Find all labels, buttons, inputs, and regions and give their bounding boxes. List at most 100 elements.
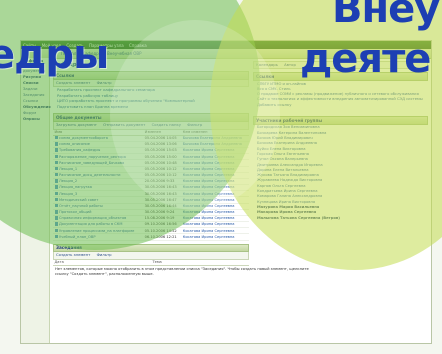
document-icon	[54, 160, 58, 165]
document-name[interactable]: Управление процессами_на платформе	[59, 229, 134, 233]
modified-cell: 05.05.2006 15:03	[143, 147, 182, 155]
document-icon	[54, 166, 58, 171]
table-row[interactable]: Документация для работы в СКМ 09.10.2006 …	[53, 221, 249, 229]
document-icon	[54, 173, 58, 177]
main-column: Кафедра Ссылки Создать элемент Фильтр Ра…	[53, 61, 309, 277]
document-icon	[54, 185, 58, 189]
modified-cell: 05.05.2006 10:48	[143, 159, 182, 167]
table-row[interactable]: Методический совет 30.05.2006 16:47 Косато…	[53, 196, 249, 204]
table-row[interactable]: схема_документооборота 05.04.2006 14:05 Бы…	[53, 135, 249, 142]
docs-toolbar: Загрузить документ Отправить документ Со…	[53, 122, 249, 130]
document-name[interactable]: Справочная информация_объектов	[59, 216, 126, 220]
modified-cell: 05.05.2006 10:12	[143, 172, 182, 179]
docs-table: Имя Изменен Кем изменен схема_документоо…	[53, 129, 249, 241]
link-item[interactable]: Подготовить план Бранна времени	[53, 104, 249, 111]
links-list: Разработать проспект кафедрального семин…	[53, 87, 249, 110]
document-icon	[54, 203, 58, 208]
modified-cell: 05.10.2006 14:52	[143, 227, 182, 235]
document-name-cell[interactable]: Учебный_план_ОВР	[53, 233, 144, 241]
document-name[interactable]: Лекция_нагрузка	[59, 185, 92, 189]
modified-cell: 05.04.2006 14:05	[143, 135, 182, 142]
document-name[interactable]: Расписание_заведующей_Бочкова	[59, 161, 124, 165]
slide: Сайты Мой узел Создать Параметры узла Сп…	[0, 0, 442, 354]
sidebar: Кафедра Общие документы Рисунки Списки Задач…	[21, 58, 51, 343]
table-row[interactable]: Требования_кафедры 05.05.2006 15:03 Косато…	[53, 147, 249, 155]
document-name[interactable]: Методический совет	[59, 198, 98, 202]
table-row[interactable]: схема_описание 05.04.2006 13:06 Бычкова Ек…	[53, 141, 249, 149]
table-row[interactable]: Расписание_заведующей_Бочкова 05.05.2006 …	[53, 159, 249, 167]
staff-panel-header[interactable]: Участники рабочей группы	[253, 116, 428, 125]
top-menu-item[interactable]: Справка	[129, 43, 147, 48]
meetings-panel-header[interactable]: Заседания	[53, 243, 249, 253]
sidebar-item[interactable]: Опросы	[21, 116, 49, 122]
add-link-button[interactable]: Добавить ссылку	[253, 102, 428, 108]
modified-cell: 30.05.2006 16:44	[143, 203, 182, 210]
table-row[interactable]: Справочная информация_объектов 15.08.2006…	[53, 215, 249, 223]
table-row[interactable]: Лекция_нагрузка 30.05.2006 16:43 Косатова …	[53, 184, 249, 192]
slide-heading-right: деяте	[300, 36, 431, 82]
modified-cell: 05.05.2006 15:00	[143, 153, 182, 161]
document-name[interactable]: схема_документооборота	[59, 136, 108, 140]
column-header-date[interactable]: Дата	[53, 259, 151, 266]
upload-document-button[interactable]: Загрузить документ	[56, 122, 97, 127]
document-name[interactable]: Лекция_1	[59, 167, 77, 171]
staff-member[interactable]: Малыгина Татьяна Сергеевна (Ветров)	[253, 215, 428, 220]
modified-cell: 09.10.2006 16:56	[143, 221, 182, 229]
document-name-cell[interactable]: Управление процессами_на платформе	[53, 227, 144, 235]
table-row[interactable]: Протокол_общий 30.05.2006 9:24 Косатова Ир…	[53, 209, 249, 216]
document-name[interactable]: Распоряжение_поручение_ректора	[59, 155, 126, 159]
table-row[interactable]: Отчёт_научной работы 30.05.2006 16:44 Коса…	[53, 203, 249, 210]
document-icon	[54, 142, 58, 146]
document-icon	[54, 222, 58, 226]
slide-heading-left: едры	[0, 32, 109, 78]
slide-heading-top-right: Внеу	[332, 0, 440, 32]
modified-cell: 30.05.2006 16:43	[143, 184, 182, 192]
document-icon	[54, 191, 58, 195]
filter-button[interactable]: Фильтр	[97, 252, 112, 257]
document-name[interactable]: Расписание_дисц_деятельности	[59, 173, 120, 177]
author-cell[interactable]: Бычкова Екатерина Андреевна	[181, 141, 249, 149]
author-label[interactable]: Автор	[284, 62, 296, 67]
document-icon	[54, 197, 58, 202]
document-name[interactable]: Лекция_2	[59, 179, 77, 183]
document-icon	[54, 179, 58, 183]
document-icon	[54, 228, 58, 233]
modified-cell: 30.05.2006 16:47	[143, 196, 182, 204]
sharepoint-screenshot: Сайты Мой узел Создать Параметры узла Сп…	[20, 40, 432, 344]
send-document-button[interactable]: Отправить документ	[103, 122, 145, 127]
document-icon	[54, 234, 58, 239]
modified-cell: 06.10.2006 12:21	[143, 233, 182, 241]
document-name[interactable]: Протокол_общий	[59, 210, 91, 214]
document-icon	[54, 154, 58, 158]
filter-button[interactable]: Фильтр	[187, 122, 202, 127]
modified-cell: 05.05.2006 10:12	[143, 166, 182, 173]
document-icon	[54, 136, 58, 140]
document-name[interactable]: схема_описание	[59, 142, 90, 146]
docs-panel-header[interactable]: Общие документы	[53, 113, 249, 123]
author-cell[interactable]: Косатова Ирина Сергеевна	[181, 233, 249, 241]
table-row[interactable]: Учебный_план_ОВР 06.10.2006 12:21 Косатова…	[53, 233, 249, 241]
column-header-topic[interactable]: Тема	[150, 259, 249, 266]
document-name[interactable]: Документация для работы в СКМ	[59, 222, 122, 226]
document-name[interactable]: Учебный_план_ОВР	[59, 235, 96, 239]
modified-cell: 05.04.2006 13:06	[143, 141, 182, 149]
document-icon	[54, 148, 58, 152]
create-item-button[interactable]: Создать элемент	[56, 252, 90, 257]
right-link-item[interactable]: О продаже СОМИ с рекламы (продвижение) п…	[253, 92, 428, 97]
author-cell[interactable]: Бычкова Екатерина Андреевна	[181, 135, 249, 142]
document-icon	[54, 216, 58, 220]
modified-cell: 30.05.2006 16:43	[143, 190, 182, 198]
right-column: Календарь Автор Ссылки СПбГУ ИТМО и он-л…	[253, 61, 428, 221]
document-name[interactable]: Требования_кафедры	[59, 148, 100, 152]
staff-list: Богородская Зоя Вениаминовна Бочкарева Ка…	[253, 125, 428, 221]
table-row[interactable]: Распоряжение_поручение_ректора 05.05.2006…	[53, 153, 249, 161]
document-icon	[54, 210, 58, 214]
document-name[interactable]: Отчёт_научной работы	[59, 204, 103, 208]
calendar-label[interactable]: Календарь	[256, 62, 278, 67]
document-name[interactable]: Лекция_3	[59, 192, 77, 196]
table-row[interactable]: Расписание_дисц_деятельности 05.05.2006 1…	[53, 172, 249, 179]
table-row[interactable]: Управление процессами_на платформе 05.10.…	[53, 227, 249, 235]
create-folder-button[interactable]: Создать папку	[152, 122, 181, 127]
filter-button[interactable]: Фильтр	[97, 80, 112, 85]
create-item-button[interactable]: Создать элемент	[56, 80, 90, 85]
